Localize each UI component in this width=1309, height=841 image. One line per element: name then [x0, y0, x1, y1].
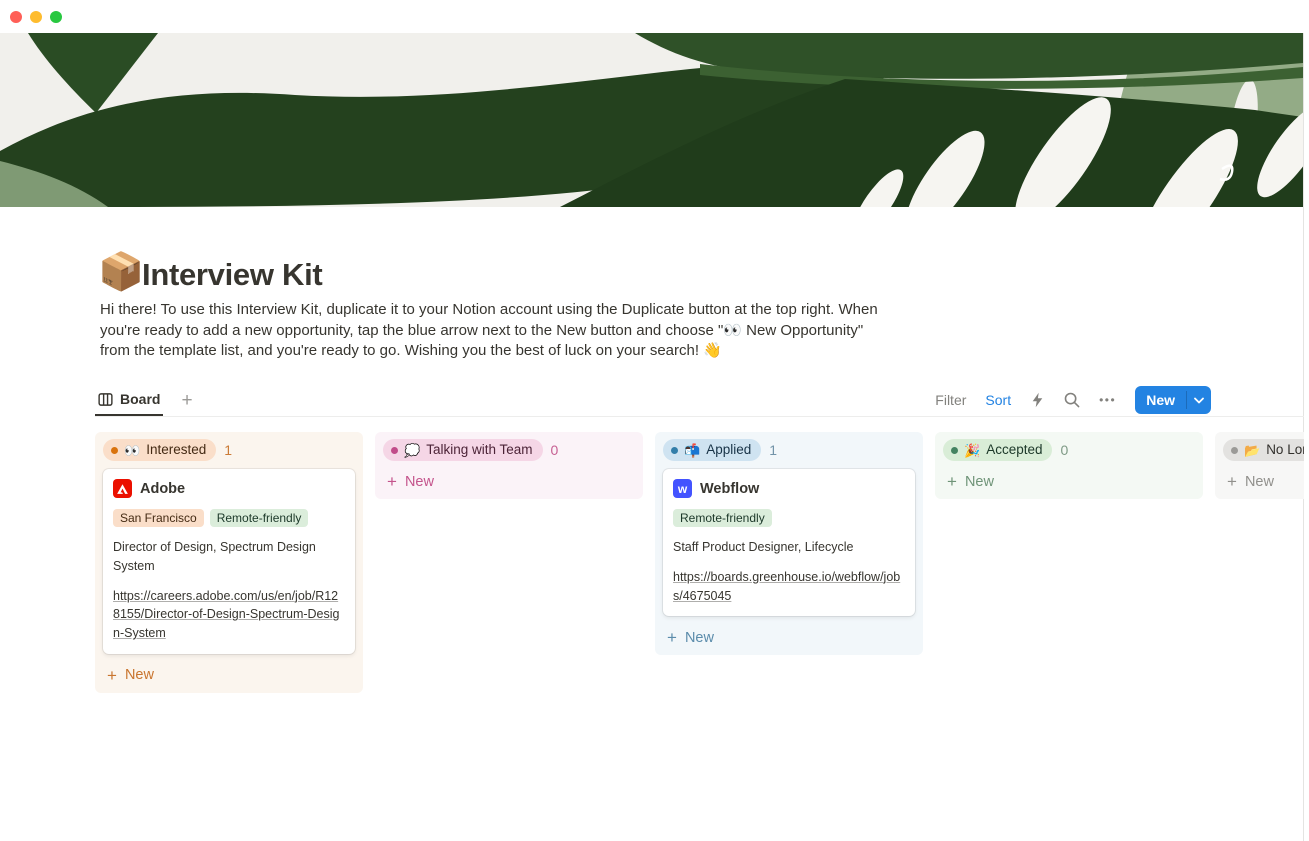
card-job-link[interactable]: https://careers.adobe.com/us/en/job/R128… [113, 587, 345, 643]
minimize-window-button[interactable] [30, 11, 42, 23]
kanban-board: 👀 Interested 1 Adobe San Francisco Rem [95, 432, 1304, 732]
column-header[interactable]: 📬 Applied 1 [655, 432, 923, 466]
status-pill: 📂 No Lon [1223, 439, 1304, 461]
new-split-button: New [1135, 386, 1211, 414]
column-header[interactable]: 📂 No Lon [1215, 432, 1304, 466]
card-company-name: Adobe [140, 481, 185, 497]
adobe-a-glyph [116, 483, 129, 495]
add-view-button[interactable]: + [177, 391, 196, 410]
notion-window: 📦 Interview Kit Hi there! To use this In… [0, 0, 1309, 841]
cover-image [0, 33, 1303, 207]
new-button[interactable]: New [1135, 386, 1186, 414]
page-emoji-icon[interactable]: 📦 [98, 251, 144, 293]
column-count: 0 [551, 442, 559, 458]
folder-emoji-icon: 📂 [1244, 444, 1260, 457]
window-titlebar [0, 0, 1309, 33]
board-column-applied: 📬 Applied 1 w Webflow Remote-friendly St… [655, 432, 923, 655]
status-pill: 📬 Applied [663, 439, 761, 461]
column-new-card-button[interactable]: + New [935, 466, 1203, 499]
card-tags: San Francisco Remote-friendly [113, 509, 345, 527]
card-role: Staff Product Designer, Lifecycle [673, 538, 905, 557]
board-column-no-longer: 📂 No Lon + New [1215, 432, 1304, 499]
tag-remote-friendly: Remote-friendly [673, 509, 772, 527]
search-icon [1064, 392, 1080, 408]
new-card-label: New [125, 667, 154, 683]
card-tags: Remote-friendly [673, 509, 905, 527]
column-count: 1 [769, 442, 777, 458]
eyes-emoji-icon: 👀 [124, 444, 140, 457]
column-label: Applied [706, 441, 751, 459]
status-pill: 🎉 Accepted [943, 439, 1052, 461]
card-role: Director of Design, Spectrum Design Syst… [113, 538, 345, 576]
search-button[interactable] [1064, 392, 1080, 408]
column-header[interactable]: 👀 Interested 1 [95, 432, 363, 466]
column-new-card-button[interactable]: + New [95, 660, 363, 693]
tab-board-view[interactable]: Board [95, 384, 163, 416]
window-controls [10, 11, 62, 23]
card-job-link[interactable]: https://boards.greenhouse.io/webflow/job… [673, 568, 905, 606]
page-description: Hi there! To use this Interview Kit, dup… [100, 300, 878, 362]
status-dot-icon [951, 447, 958, 454]
status-dot-icon [671, 447, 678, 454]
new-card-label: New [965, 474, 994, 490]
close-window-button[interactable] [10, 11, 22, 23]
column-count: 0 [1060, 442, 1068, 458]
plus-icon: + [947, 473, 957, 490]
column-new-card-button[interactable]: + New [655, 622, 923, 655]
plus-icon: + [107, 667, 117, 684]
board-column-talking-with-team: 💭 Talking with Team 0 + New [375, 432, 643, 499]
toolbar-divider [95, 416, 1304, 417]
column-label: Interested [146, 441, 206, 459]
filter-button[interactable]: Filter [935, 392, 966, 408]
status-dot-icon [111, 447, 118, 454]
new-card-label: New [1245, 474, 1274, 490]
board-view-icon [98, 392, 113, 407]
new-card-label: New [405, 474, 434, 490]
view-toolbar: Board + Filter Sort ••• New [95, 384, 1211, 416]
webflow-w-glyph: w [678, 483, 687, 495]
sort-button[interactable]: Sort [985, 392, 1011, 408]
card-company-name: Webflow [700, 481, 759, 497]
status-dot-icon [391, 447, 398, 454]
card-adobe[interactable]: Adobe San Francisco Remote-friendly Dire… [103, 469, 355, 654]
status-pill: 💭 Talking with Team [383, 439, 543, 461]
plus-icon: + [1227, 473, 1237, 490]
plus-icon: + [387, 473, 397, 490]
board-tab-label: Board [120, 391, 160, 407]
column-new-card-button[interactable]: + New [1215, 466, 1304, 499]
party-popper-emoji-icon: 🎉 [964, 444, 980, 457]
mailbox-emoji-icon: 📬 [684, 444, 700, 457]
lightning-bolt-icon [1030, 392, 1045, 408]
thought-balloon-emoji-icon: 💭 [404, 444, 420, 457]
card-webflow[interactable]: w Webflow Remote-friendly Staff Product … [663, 469, 915, 616]
status-pill: 👀 Interested [103, 439, 216, 461]
column-header[interactable]: 💭 Talking with Team 0 [375, 432, 643, 466]
column-label: Talking with Team [426, 441, 532, 459]
page-title: Interview Kit [142, 257, 322, 293]
automations-button[interactable] [1030, 392, 1045, 408]
column-header[interactable]: 🎉 Accepted 0 [935, 432, 1203, 466]
monstera-leaves-illustration [0, 33, 1303, 207]
webflow-logo-icon: w [673, 479, 692, 498]
chevron-down-icon [1194, 397, 1204, 404]
new-dropdown-button[interactable] [1187, 386, 1211, 414]
new-card-label: New [685, 630, 714, 646]
zoom-window-button[interactable] [50, 11, 62, 23]
column-label: Accepted [986, 441, 1042, 459]
status-dot-icon [1231, 447, 1238, 454]
tag-remote-friendly: Remote-friendly [210, 509, 309, 527]
plus-icon: + [667, 629, 677, 646]
tag-san-francisco: San Francisco [113, 509, 204, 527]
board-column-accepted: 🎉 Accepted 0 + New [935, 432, 1203, 499]
more-options-button[interactable]: ••• [1099, 393, 1116, 407]
board-column-interested: 👀 Interested 1 Adobe San Francisco Rem [95, 432, 363, 693]
column-count: 1 [224, 442, 232, 458]
column-new-card-button[interactable]: + New [375, 466, 643, 499]
column-label: No Lon [1266, 441, 1304, 459]
adobe-logo-icon [113, 479, 132, 498]
